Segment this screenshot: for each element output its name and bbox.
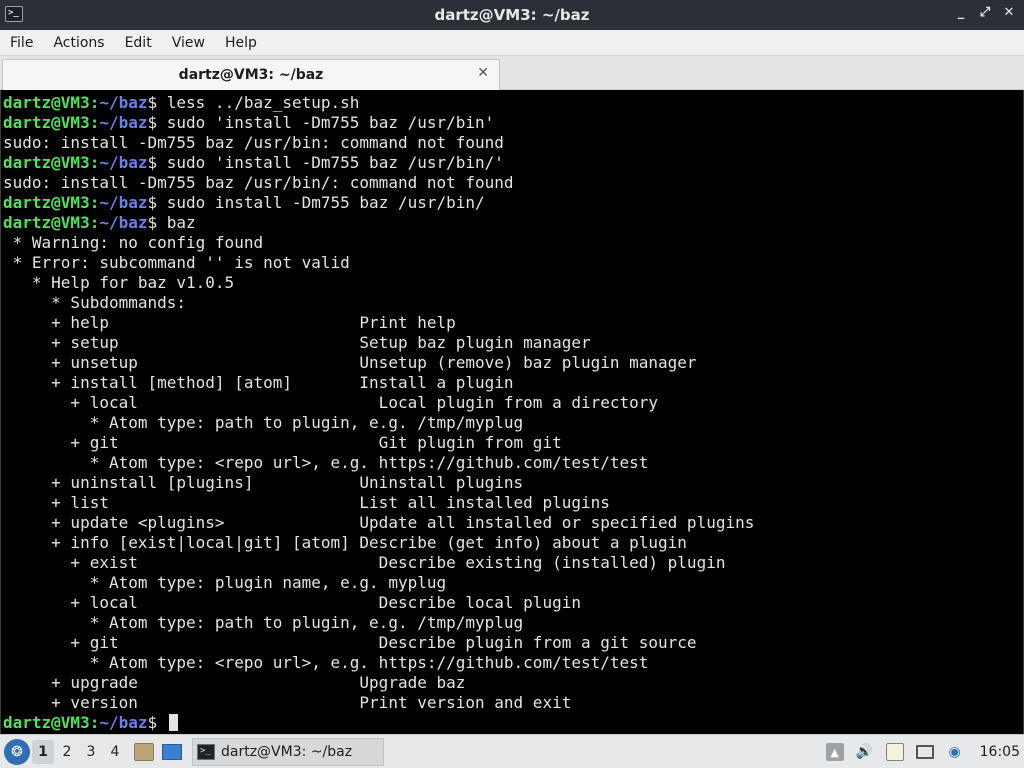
prompt-path: ~/baz bbox=[99, 713, 148, 731]
terminal-output-line: sudo: install -Dm755 baz /usr/bin: comma… bbox=[3, 133, 504, 152]
terminal-output-line: + update <plugins> Update all installed … bbox=[3, 513, 755, 532]
file-manager-icon[interactable] bbox=[134, 742, 154, 761]
task-label: dartz@VM3: ~/baz bbox=[221, 743, 353, 760]
prompt-path: ~/baz bbox=[99, 113, 148, 132]
terminal-output-line: + list List all installed plugins bbox=[3, 493, 610, 512]
terminal-output-line: + help Print help bbox=[3, 313, 456, 332]
terminal-scrollbar[interactable] bbox=[1010, 93, 1022, 731]
tab-terminal[interactable]: dartz@VM3: ~/baz ✕ bbox=[2, 59, 500, 90]
terminal-output-line: * Atom type: path to plugin, e.g. /tmp/m… bbox=[3, 613, 524, 632]
command-text: baz bbox=[166, 213, 196, 232]
terminal-output-line: + version Print version and exit bbox=[3, 693, 572, 712]
prompt-path: ~/baz bbox=[99, 213, 148, 232]
maximize-icon[interactable]: ⤢ bbox=[978, 5, 992, 20]
prompt-user: dartz@VM3: bbox=[3, 213, 100, 232]
terminal-output-line: + unsetup Unsetup (remove) baz plugin ma… bbox=[3, 353, 697, 372]
terminal-output-line: * Atom type: <repo url>, e.g. https://gi… bbox=[3, 453, 649, 472]
prompt-user: dartz@VM3: bbox=[3, 93, 100, 112]
terminal-output-line: + info [exist|local|git] [atom] Describe… bbox=[3, 533, 687, 552]
menu-file[interactable]: File bbox=[0, 30, 43, 56]
desktop-1-button[interactable]: 1 bbox=[32, 739, 54, 764]
menu-bar: File Actions Edit View Help bbox=[0, 30, 1024, 56]
menu-view[interactable]: View bbox=[162, 30, 215, 56]
terminal-cursor bbox=[168, 714, 178, 731]
start-menu-icon[interactable]: ❂ bbox=[4, 738, 30, 765]
terminal-output-line: + git Git plugin from git bbox=[3, 433, 562, 452]
show-desktop-icon[interactable] bbox=[162, 743, 182, 760]
desktop-2-button[interactable]: 2 bbox=[56, 740, 78, 764]
clock[interactable]: 16:05 bbox=[980, 744, 1020, 760]
menu-actions[interactable]: Actions bbox=[43, 30, 114, 56]
prompt-symbol: $ bbox=[147, 193, 167, 212]
close-icon[interactable]: ✕ bbox=[1002, 5, 1016, 20]
terminal-output-line: * Atom type: path to plugin, e.g. /tmp/m… bbox=[3, 413, 524, 432]
menu-help[interactable]: Help bbox=[215, 30, 267, 56]
system-tray: ▲ 🔊 ◉ 16:05 bbox=[825, 735, 1024, 768]
prompt-user: dartz@VM3: bbox=[3, 193, 100, 212]
terminal-output-line: * Atom type: plugin name, e.g. myplug bbox=[3, 573, 447, 592]
window-controls: _ ⤢ ✕ bbox=[954, 5, 1016, 20]
tab-label: dartz@VM3: ~/baz bbox=[178, 67, 324, 83]
prompt-symbol: $ bbox=[147, 153, 167, 172]
terminal-output-line: * Subdommands: bbox=[3, 293, 187, 312]
terminal-output-line: + exist Describe existing (installed) pl… bbox=[3, 553, 726, 572]
terminal-prompt-line: dartz@VM3:~/baz$ sudo install -Dm755 baz… bbox=[3, 193, 1007, 213]
terminal-output-line: + local Describe local plugin bbox=[3, 593, 581, 612]
terminal-output-line: + upgrade Upgrade baz bbox=[3, 673, 466, 692]
taskbar: ❂ 1 2 3 4 >_ dartz@VM3: ~/baz ▲ 🔊 ◉ 16:0… bbox=[0, 734, 1024, 768]
terminal-output-line: * Error: subcommand '' is not valid bbox=[3, 253, 350, 272]
prompt-user: dartz@VM3: bbox=[3, 713, 100, 731]
command-text: sudo install -Dm755 baz /usr/bin/ bbox=[166, 193, 485, 212]
terminal-output-line: sudo: install -Dm755 baz /usr/bin/: comm… bbox=[3, 173, 514, 192]
terminal-icon: >_ bbox=[5, 6, 23, 22]
terminal-output-line: + git Describe plugin from a git source bbox=[3, 633, 697, 652]
terminal-prompt-line: dartz@VM3:~/baz$ less ../baz_setup.sh bbox=[3, 93, 1007, 113]
screen-icon[interactable] bbox=[915, 745, 934, 759]
prompt-user: dartz@VM3: bbox=[3, 113, 100, 132]
terminal-output[interactable]: dartz@VM3:~/baz$ less ../baz_setup.sh dar… bbox=[3, 93, 1007, 731]
network-icon[interactable]: ◉ bbox=[946, 743, 964, 761]
prompt-symbol: $ bbox=[147, 113, 167, 132]
terminal-output-line: + uninstall [plugins] Uninstall plugins bbox=[3, 473, 524, 492]
desktop-4-button[interactable]: 4 bbox=[104, 740, 126, 764]
prompt-symbol: $ bbox=[147, 93, 167, 112]
terminal-output-line: + local Local plugin from a directory bbox=[3, 393, 659, 412]
terminal-prompt-line: dartz@VM3:~/baz$ sudo 'install -Dm755 ba… bbox=[3, 113, 1007, 133]
terminal-output-line: * Warning: no config found bbox=[3, 233, 264, 252]
prompt-path: ~/baz bbox=[99, 93, 148, 112]
terminal-output-line: * Help for baz v1.0.5 bbox=[3, 273, 235, 292]
terminal-icon: >_ bbox=[197, 743, 215, 760]
command-text: sudo 'install -Dm755 baz /usr/bin' bbox=[166, 113, 495, 132]
prompt-symbol: $ bbox=[147, 213, 167, 232]
terminal-output-line: + install [method] [atom] Install a plug… bbox=[3, 373, 514, 392]
terminal-output-line: + setup Setup baz plugin manager bbox=[3, 333, 591, 352]
volume-icon[interactable]: 🔊 bbox=[856, 743, 874, 761]
menu-edit[interactable]: Edit bbox=[115, 30, 162, 56]
tab-bar: dartz@VM3: ~/baz ✕ bbox=[0, 56, 1024, 90]
upload-icon[interactable]: ▲ bbox=[825, 743, 844, 761]
clipboard-icon[interactable] bbox=[885, 743, 904, 761]
desktop-3-button[interactable]: 3 bbox=[80, 740, 102, 764]
task-terminal-button[interactable]: >_ dartz@VM3: ~/baz bbox=[192, 737, 384, 766]
terminal-prompt-line: dartz@VM3:~/baz$ sudo 'install -Dm755 ba… bbox=[3, 153, 1007, 173]
terminal-prompt-line: dartz@VM3:~/baz$ bbox=[3, 713, 1007, 731]
prompt-path: ~/baz bbox=[99, 153, 148, 172]
terminal-prompt-line: dartz@VM3:~/baz$ baz bbox=[3, 213, 1007, 233]
prompt-path: ~/baz bbox=[99, 193, 148, 212]
window-titlebar[interactable]: >_ dartz@VM3: ~/baz _ ⤢ ✕ bbox=[0, 0, 1024, 30]
terminal-area[interactable]: dartz@VM3:~/baz$ less ../baz_setup.sh dar… bbox=[0, 90, 1024, 734]
minimize-icon[interactable]: _ bbox=[954, 5, 968, 20]
tab-close-icon[interactable]: ✕ bbox=[477, 65, 489, 81]
command-text: sudo 'install -Dm755 baz /usr/bin/' bbox=[166, 153, 504, 172]
terminal-output-line: * Atom type: <repo url>, e.g. https://gi… bbox=[3, 653, 649, 672]
window-title: dartz@VM3: ~/baz bbox=[434, 6, 590, 24]
prompt-symbol: $ bbox=[147, 713, 167, 731]
command-text: less ../baz_setup.sh bbox=[166, 93, 360, 112]
prompt-user: dartz@VM3: bbox=[3, 153, 100, 172]
